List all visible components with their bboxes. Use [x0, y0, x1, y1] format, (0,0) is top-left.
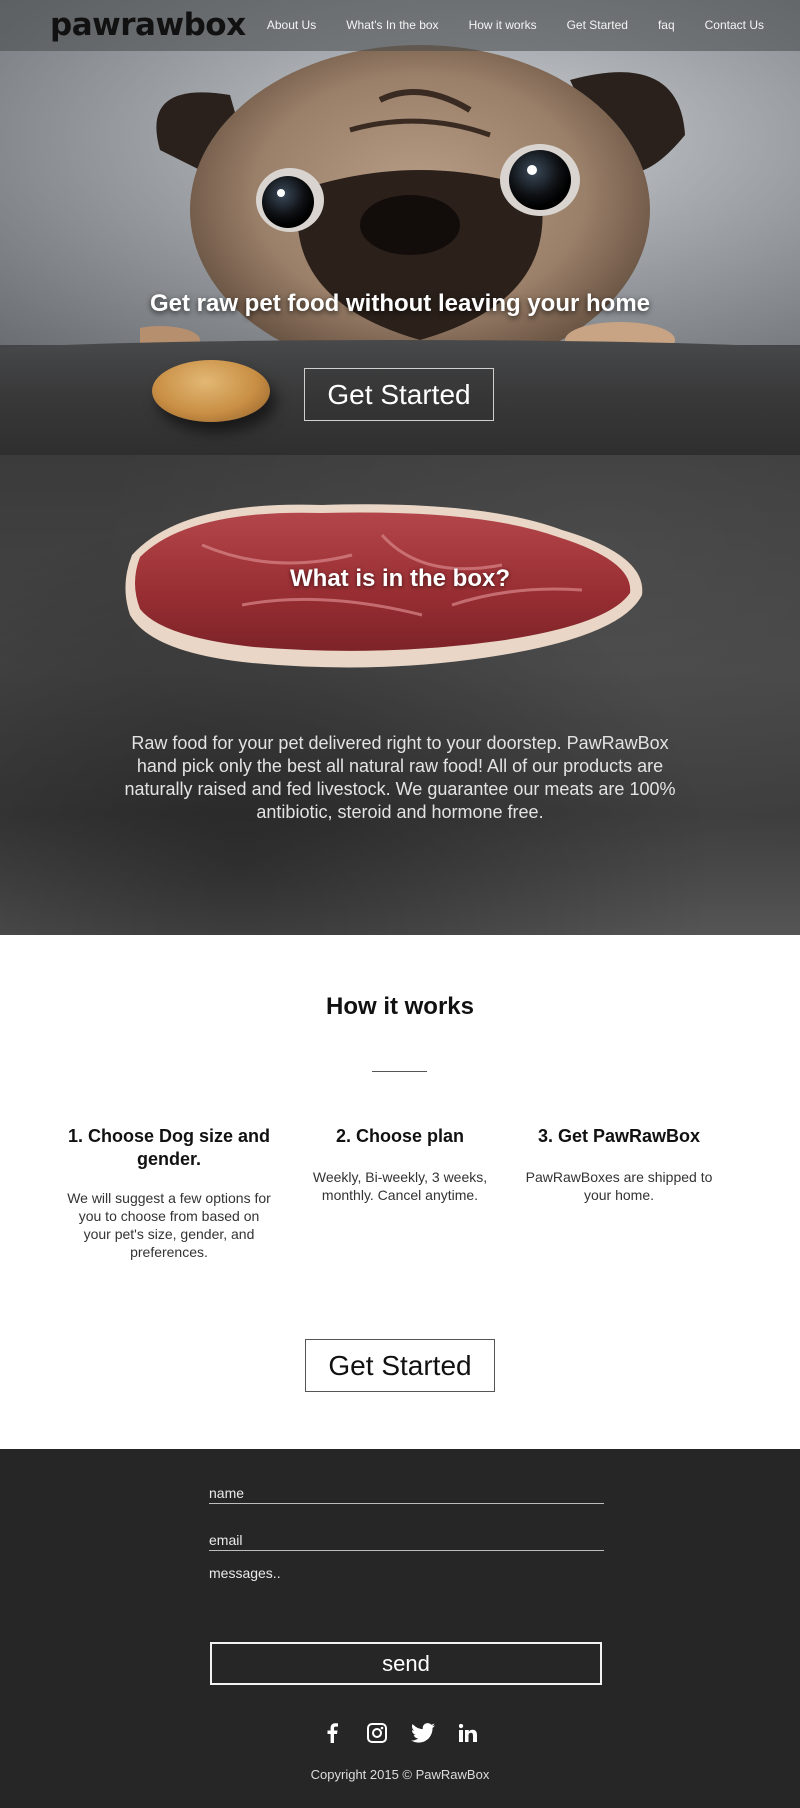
box-section: What is in the box? Raw food for your pe… — [0, 455, 800, 935]
logo[interactable]: pawrawbox — [50, 7, 246, 43]
step-1: 1. Choose Dog size and gender. We will s… — [64, 1125, 274, 1261]
hero-section: pawrawbox About Us What's In the box How… — [0, 0, 800, 455]
nav-faq[interactable]: faq — [658, 18, 675, 32]
copyright: Copyright 2015 © PawRawBox — [310, 1767, 490, 1782]
nav-how-it-works[interactable]: How it works — [469, 18, 537, 32]
step-1-text: We will suggest a few options for you to… — [67, 1190, 271, 1260]
top-nav: pawrawbox About Us What's In the box How… — [0, 0, 800, 51]
how-title: How it works — [325, 993, 475, 1020]
nav-whats-in-the-box[interactable]: What's In the box — [346, 18, 438, 32]
linkedin-icon[interactable] — [456, 1721, 480, 1745]
step-1-title: 1. Choose Dog size and gender. — [67, 1126, 271, 1169]
how-it-works-section: How it works 1. Choose Dog size and gend… — [0, 935, 800, 1450]
nav-contact-us[interactable]: Contact Us — [705, 18, 764, 32]
treat-image — [152, 360, 270, 422]
name-field[interactable]: name — [209, 1485, 604, 1504]
step-2-title: 2. Choose plan — [335, 1126, 465, 1146]
hero-title: Get raw pet food without leaving your ho… — [149, 290, 651, 317]
step-2-text: Weekly, Bi-weekly, 3 weeks, monthly. Can… — [312, 1169, 488, 1203]
footer: name email messages.. send Copyright 201… — [0, 1449, 800, 1808]
nav-links: About Us What's In the box How it works … — [267, 18, 764, 32]
how-get-started-button[interactable]: Get Started — [305, 1339, 495, 1392]
box-description: Raw food for your pet delivered right to… — [124, 733, 676, 822]
hero-get-started-button[interactable]: Get Started — [304, 368, 494, 421]
step-3: 3. Get PawRawBox PawRawBoxes are shipped… — [514, 1125, 724, 1204]
nav-about-us[interactable]: About Us — [267, 18, 316, 32]
step-3-text: PawRawBoxes are shipped to your home. — [525, 1169, 713, 1203]
step-2: 2. Choose plan Weekly, Bi-weekly, 3 week… — [295, 1125, 505, 1204]
facebook-icon[interactable] — [320, 1721, 344, 1745]
twitter-icon[interactable] — [410, 1721, 435, 1745]
divider — [372, 1071, 427, 1072]
box-title: What is in the box? — [290, 565, 510, 592]
message-field[interactable]: messages.. — [209, 1565, 604, 1581]
send-button[interactable]: send — [210, 1642, 602, 1685]
nav-get-started[interactable]: Get Started — [567, 18, 628, 32]
step-3-title: 3. Get PawRawBox — [537, 1126, 701, 1146]
instagram-icon[interactable] — [365, 1721, 389, 1745]
email-field[interactable]: email — [209, 1532, 604, 1551]
social-links — [320, 1721, 480, 1745]
